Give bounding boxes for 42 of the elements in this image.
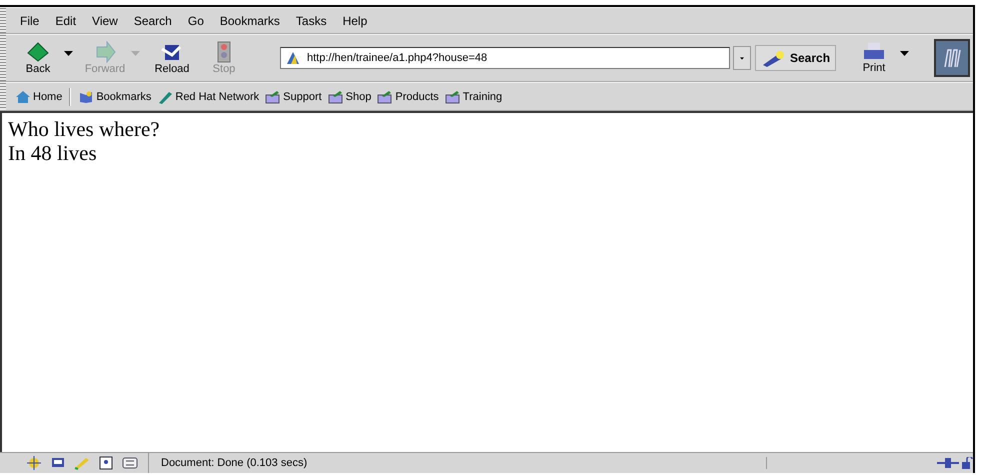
- bookmark-link[interactable]: Training: [442, 90, 506, 104]
- toolbar-button[interactable]: Reload: [146, 41, 198, 75]
- menu-item[interactable]: Help: [334, 14, 376, 28]
- caret-icon: [740, 56, 744, 60]
- caret-icon[interactable]: [64, 50, 73, 56]
- folder-icon: [377, 90, 394, 104]
- back-icon: [26, 41, 50, 63]
- flashlight-icon: [761, 49, 787, 67]
- bookmark-link[interactable]: Home: [12, 90, 66, 104]
- bookmark-link[interactable]: Products: [374, 90, 442, 104]
- folder-icon: [265, 90, 282, 104]
- toolbar-grip[interactable]: [0, 35, 6, 81]
- search-button[interactable]: Search: [755, 45, 836, 71]
- menu-item[interactable]: Bookmarks: [212, 14, 288, 28]
- menu-item[interactable]: Go: [180, 14, 212, 28]
- menu-item[interactable]: File: [12, 14, 48, 28]
- bookmark-link[interactable]: Shop: [324, 90, 374, 104]
- status-text: Document: Done (0.103 secs): [160, 457, 308, 469]
- print-button[interactable]: Print: [848, 42, 900, 74]
- toolbar-button[interactable]: Back: [12, 41, 64, 75]
- mail-icon[interactable]: [50, 456, 66, 470]
- home-icon: [15, 90, 31, 104]
- lock-icon: [961, 457, 973, 469]
- folder-icon: [328, 90, 344, 104]
- menu-item[interactable]: Edit: [47, 14, 84, 28]
- bookmarks-icon: [78, 90, 94, 104]
- page-text: In 48 lives: [8, 141, 98, 165]
- bookmark-link[interactable]: Red Hat Network: [154, 90, 262, 104]
- folder-icon: [444, 90, 461, 104]
- menu-item[interactable]: View: [84, 14, 126, 28]
- toolbar-grip[interactable]: [0, 83, 6, 110]
- printer-icon: [862, 42, 886, 62]
- menu-item[interactable]: Search: [126, 14, 180, 28]
- address-field[interactable]: http://hen/trainee/a1.php4?house=48: [280, 47, 730, 69]
- toolbar-grip[interactable]: [0, 8, 6, 33]
- caret-icon[interactable]: [900, 50, 910, 56]
- page-text: Who lives where?: [8, 117, 161, 141]
- bookmark-link[interactable]: Support: [262, 90, 325, 104]
- site-icon: [286, 51, 300, 65]
- bookmark-link[interactable]: Bookmarks: [75, 90, 154, 104]
- menu-item[interactable]: Tasks: [288, 14, 335, 28]
- address-book-icon[interactable]: [98, 456, 114, 470]
